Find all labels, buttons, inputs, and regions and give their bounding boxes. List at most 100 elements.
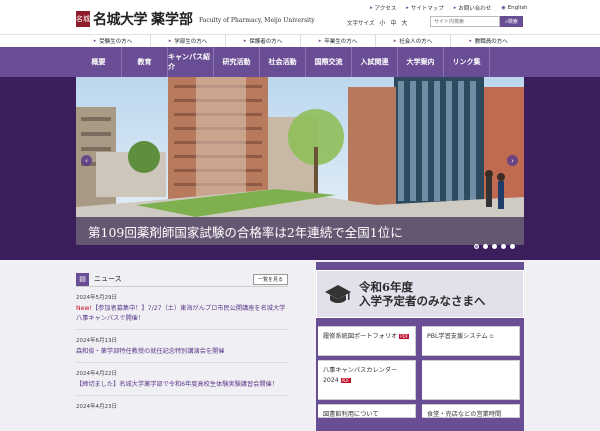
carousel-next-button[interactable]: › [507, 155, 518, 166]
news-text[interactable]: New!【参加者募集中！】7/27（土）東海がんプロ市民公開講座を名城大学八事キ… [76, 304, 288, 330]
link-pbl-system[interactable]: PBL学習支援システム ⧉ [420, 326, 520, 356]
search-input[interactable] [430, 16, 500, 27]
arrow-right-icon: ▸ [453, 5, 457, 11]
link-label: PBL学習支援システム [427, 333, 488, 340]
font-size-small-button[interactable]: 小 [379, 18, 385, 27]
main-nav-links[interactable]: リンク集 [444, 47, 490, 77]
sitemap-link[interactable]: ▸ サイトマップ [406, 4, 444, 12]
new-badge: New! [76, 305, 92, 312]
carousel-dot[interactable] [510, 244, 515, 249]
logo-faculty-name: 薬学部 [151, 12, 193, 28]
carousel-prev-button[interactable]: ‹ [81, 155, 92, 166]
main-nav-social[interactable]: 社会活動 [260, 47, 306, 77]
audience-item-parents[interactable]: ▸ 保護者の方へ [226, 35, 301, 47]
quick-links: 履修系統図ポートフォリオ PDF PBL学習支援システム ⧉ 八事キャンパスカレ… [316, 326, 524, 422]
news-text-label: 【参加者募集中！】7/27（土）東海がんプロ市民公開講座を名城大学八事キャンパス… [76, 305, 286, 322]
logo-english-name: Faculty of Pharmacy, Meijo University [199, 17, 315, 24]
pdf-icon: PDF [399, 334, 410, 339]
news-item[interactable]: 2024年4月23日 [76, 402, 288, 410]
arrow-right-icon: ▸ [370, 5, 373, 11]
logo-university-name: 名城大学 [93, 12, 148, 28]
main-nav-admissions[interactable]: 入試関連 [352, 47, 398, 77]
main-nav-international[interactable]: 国際交流 [306, 47, 352, 77]
font-size-large-button[interactable]: 大 [401, 18, 407, 27]
main-nav-research[interactable]: 研究活動 [214, 47, 260, 77]
header: 名城 名城大学 薬学部 Faculty of Pharmacy, Meijo U… [0, 0, 600, 34]
audience-nav: ▸ 受験生の方へ ▸ 学部生の方へ ▸ 保護者の方へ ▸ 卒業生の方へ ▸ 社会人の方へ … [0, 34, 600, 47]
audience-label: 卒業生の方へ [324, 39, 358, 45]
audience-item-alumni[interactable]: ▸ 卒業生の方へ [301, 35, 376, 47]
news-text[interactable]: 【締切ました】名城大学薬学部で令和6年度高校生体験実験講習会開催！ [76, 380, 288, 396]
news-item[interactable]: 2024年4月22日 【締切ました】名城大学薬学部で令和6年度高校生体験実験講習… [76, 369, 288, 396]
new-students-banner[interactable]: 令和6年度 入学予定者のみなさまへ [316, 270, 524, 318]
audience-label: 保護者の方へ [249, 39, 283, 45]
audience-item-students[interactable]: ▸ 学部生の方へ [151, 35, 226, 47]
main-nav-education[interactable]: 教育 [122, 47, 168, 77]
link-empty[interactable] [420, 360, 520, 400]
news-section: ▤ ニュース 一覧を見る 2024年5月29日 New!【参加者募集中！】7/2… [76, 272, 288, 431]
news-date: 2024年4月22日 [76, 371, 117, 377]
search-button-label: 検索 [507, 19, 518, 25]
font-size-switcher: 文字サイズ 小 中 大 [347, 18, 407, 27]
carousel-dot[interactable] [483, 244, 488, 249]
hero-caption[interactable]: 第109回薬剤師国家試験の合格率は2年連続で全国1位に [76, 217, 524, 245]
news-text[interactable]: 森和俊・薬学部特任教授の就任記念特別講演会を開催 [76, 347, 288, 363]
carousel-dots [474, 244, 519, 249]
page: 名城 名城大学 薬学部 Faculty of Pharmacy, Meijo U… [0, 0, 600, 431]
audience-label: 教職員の方へ [474, 39, 508, 45]
access-link[interactable]: ▸ アクセス [370, 4, 396, 12]
access-label: アクセス [374, 6, 397, 12]
content-area: ▤ ニュース 一覧を見る 2024年5月29日 New!【参加者募集中！】7/2… [0, 260, 600, 431]
carousel-dot[interactable] [501, 244, 506, 249]
site-search: ⌕検索 [430, 16, 523, 27]
sidebar: 令和6年度 入学予定者のみなさまへ 履修系統図ポートフォリオ PDF PBL学習… [316, 262, 524, 431]
arrow-right-icon: ▸ [406, 5, 409, 11]
news-date: 2024年5月29日 [76, 295, 117, 301]
news-title: ニュース [94, 275, 122, 283]
contact-label: お問い合わせ [458, 6, 492, 12]
arrow-right-icon: ▸ [168, 38, 172, 44]
chevron-right-icon: › [511, 156, 514, 165]
news-item[interactable]: 2024年6月13日 森和俊・薬学部特任教授の就任記念特別講演会を開催 [76, 336, 288, 363]
audience-label: 受験生の方へ [99, 39, 133, 45]
carousel-dot[interactable] [474, 244, 479, 249]
arrow-right-icon: ▸ [93, 38, 97, 44]
main-nav: 概要 教育 キャンパス紹介 研究活動 社会活動 国際交流 入試関連 大学案内 リ… [0, 47, 600, 77]
carousel-dot[interactable] [492, 244, 497, 249]
main-nav-university[interactable]: 大学案内 [398, 47, 444, 77]
audience-item-staff[interactable]: ▸ 教職員の方へ [451, 35, 526, 47]
audience-label: 社会人の方へ [399, 39, 433, 45]
news-header: ▤ ニュース 一覧を見る [76, 272, 288, 287]
banner-text: 令和6年度 入学予定者のみなさまへ [359, 280, 486, 308]
main-nav-campus[interactable]: キャンパス紹介 [168, 47, 214, 77]
banner-line-2: 入学予定者のみなさまへ [359, 294, 486, 308]
link-label: 履修系統図ポートフォリオ [323, 333, 398, 340]
chevron-left-icon: ‹ [85, 156, 88, 165]
search-button[interactable]: ⌕ 検索 [500, 16, 523, 27]
banner-line-1: 令和6年度 [359, 280, 414, 294]
sitemap-label: サイトマップ [410, 6, 444, 12]
link-library[interactable]: 図書館利用について [316, 404, 416, 418]
contact-link[interactable]: ▸ お問い合わせ [454, 4, 492, 12]
arrow-right-icon: ▸ [469, 38, 472, 44]
link-label: 食堂・売店などの営業時間 [427, 411, 502, 418]
arrow-right-icon: ▸ [393, 38, 397, 44]
link-cafeteria-hours[interactable]: 食堂・売店などの営業時間 [420, 404, 520, 418]
arrow-right-icon: ▸ [243, 38, 247, 44]
site-logo[interactable]: 名城 名城大学 薬学部 Faculty of Pharmacy, Meijo U… [76, 9, 315, 29]
audience-item-working-adults[interactable]: ▸ 社会人の方へ [376, 35, 451, 47]
audience-label: 学部生の方へ [174, 39, 208, 45]
english-label: English [507, 5, 528, 11]
link-curriculum-portfolio[interactable]: 履修系統図ポートフォリオ PDF [316, 326, 416, 356]
utility-links: ▸ アクセス ▸ サイトマップ ▸ お問い合わせ ◉ English [360, 4, 528, 12]
font-size-medium-button[interactable]: 中 [390, 18, 396, 27]
main-nav-overview[interactable]: 概要 [76, 47, 122, 77]
pdf-icon: PDF [340, 378, 351, 383]
external-link-icon: ⧉ [489, 334, 494, 340]
news-item[interactable]: 2024年5月29日 New!【参加者募集中！】7/27（土）東海がんプロ市民公… [76, 293, 288, 330]
english-link[interactable]: ◉ English [501, 4, 527, 12]
university-seal-icon: 名城 [76, 11, 90, 27]
link-campus-calendar[interactable]: 八事キャンパスカレンダー2024 PDF [316, 360, 416, 400]
audience-item-examinees[interactable]: ▸ 受験生の方へ [76, 35, 151, 47]
news-more-button[interactable]: 一覧を見る [252, 274, 288, 285]
